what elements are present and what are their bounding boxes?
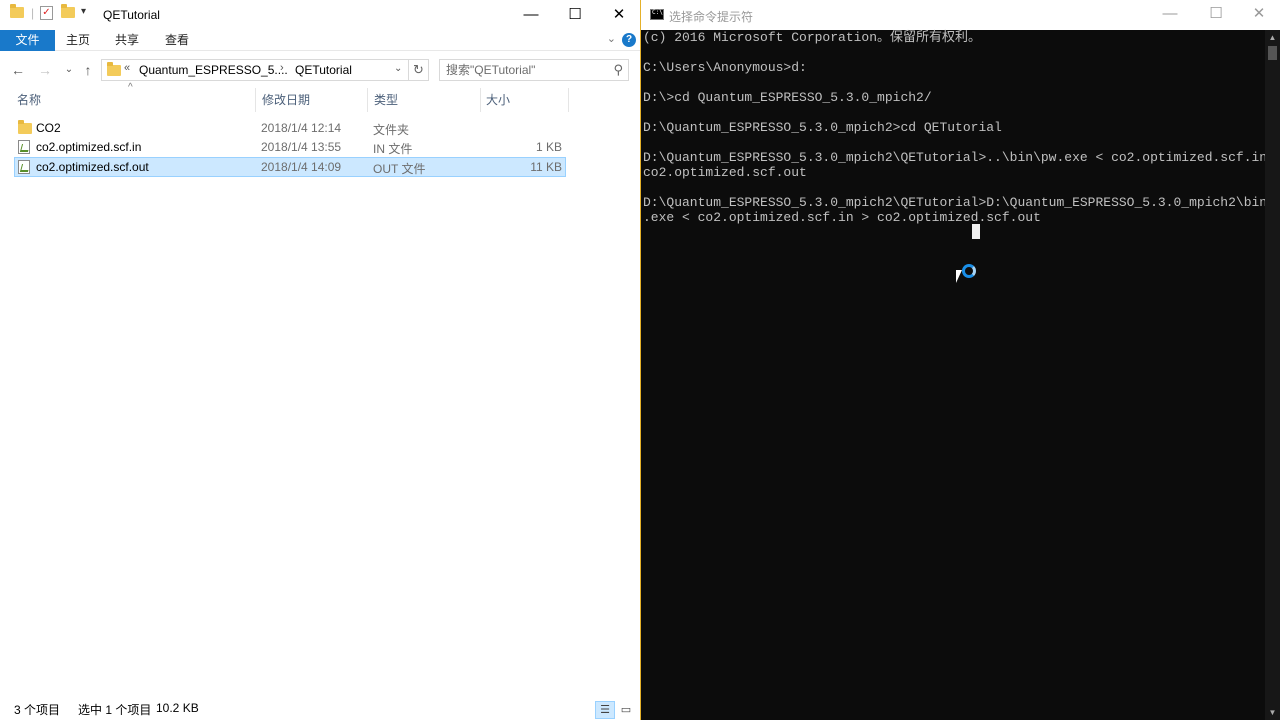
selection-size: 10.2 KB: [156, 701, 199, 715]
address-overflow[interactable]: «: [124, 62, 130, 74]
file-size: 11 KB: [530, 160, 562, 174]
file-name: CO2: [36, 121, 61, 135]
file-size: 1 KB: [535, 140, 562, 154]
close-button[interactable]: ✕: [597, 0, 641, 30]
file-row-co2-folder[interactable]: CO2 2018/1/4 12:14 文件夹: [14, 118, 566, 138]
column-divider[interactable]: [367, 88, 368, 112]
file-type: IN 文件: [373, 142, 413, 156]
expand-ribbon-icon[interactable]: ⌄: [607, 32, 616, 45]
selection-count: 选中 1 个项目: [78, 703, 152, 717]
up-arrow-icon[interactable]: ↑: [78, 60, 98, 80]
tab-view[interactable]: 查看: [151, 30, 203, 51]
console-title-bar[interactable]: 选择命令提示符 — ☐ ✕: [641, 0, 1280, 30]
scroll-thumb[interactable]: [1268, 46, 1277, 60]
new-folder-icon[interactable]: [61, 4, 75, 21]
console-line: (c) 2016 Microsoft Corporation。保留所有权利。: [643, 30, 982, 45]
ribbon-tabs: 文件 主页 共享 查看 ⌄ ?: [0, 30, 640, 51]
column-header-size[interactable]: 大小: [486, 90, 510, 110]
column-header-date[interactable]: 修改日期: [262, 90, 310, 110]
column-header-name[interactable]: 名称: [17, 90, 41, 110]
text-file-icon: [18, 140, 30, 157]
properties-icon[interactable]: ✓: [40, 6, 53, 20]
column-divider[interactable]: [255, 88, 256, 112]
address-folder-icon: [107, 62, 121, 79]
breadcrumb-quantum-espresso[interactable]: Quantum_ESPRESSO_5....: [139, 63, 288, 77]
explorer-title-bar[interactable]: | ✓ ▾ QETutorial — ☐ ✕: [0, 0, 640, 30]
recent-locations-chevron-icon[interactable]: ⌄: [59, 60, 79, 80]
customize-toolbar-icon[interactable]: ▾: [81, 6, 86, 17]
tab-share[interactable]: 共享: [101, 30, 153, 51]
file-row-scf-in[interactable]: co2.optimized.scf.in 2018/1/4 13:55 IN 文…: [14, 137, 566, 157]
cmd-icon: [650, 9, 664, 20]
maximize-button[interactable]: ☐: [553, 0, 597, 30]
folder-icon: [10, 4, 24, 21]
file-date: 2018/1/4 12:14: [261, 121, 342, 135]
column-divider[interactable]: [568, 88, 569, 112]
search-box[interactable]: ⚲: [439, 59, 629, 81]
help-icon[interactable]: ?: [622, 33, 636, 47]
column-header-type[interactable]: 类型: [374, 90, 398, 110]
console-line: D:\>cd Quantum_ESPRESSO_5.3.0_mpich2/: [643, 90, 932, 105]
search-icon[interactable]: ⚲: [613, 62, 623, 78]
divider: |: [31, 6, 35, 20]
file-name: co2.optimized.scf.in: [36, 140, 142, 154]
status-bar: 3 个项目 选中 1 个项目 10.2 KB ☰ ▭: [0, 698, 640, 720]
console-line: .exe < co2.optimized.scf.in > co2.optimi…: [643, 210, 1041, 225]
back-arrow-icon[interactable]: ←: [8, 60, 28, 80]
large-icons-view-icon[interactable]: ▭: [616, 701, 636, 719]
address-dropdown-icon[interactable]: ⌄: [394, 63, 402, 74]
window-title: QETutorial: [103, 8, 160, 22]
console-title: 选择命令提示符: [669, 10, 754, 24]
column-divider[interactable]: [480, 88, 481, 112]
file-date: 2018/1/4 13:55: [261, 140, 342, 154]
console-minimize-button[interactable]: —: [1148, 0, 1192, 30]
scroll-down-icon[interactable]: ▼: [1265, 705, 1280, 720]
refresh-icon[interactable]: ↻: [409, 59, 429, 81]
minimize-button[interactable]: —: [509, 0, 553, 30]
console-output[interactable]: (c) 2016 Microsoft Corporation。保留所有权利。 C…: [641, 30, 1280, 720]
file-date: 2018/1/4 14:09: [261, 160, 342, 174]
console-maximize-button[interactable]: ☐: [1194, 0, 1238, 30]
navigation-bar: ← → ⌄ ↑ « Quantum_ESPRESSO_5.... › QETut…: [0, 55, 640, 85]
folder-icon: [18, 120, 32, 137]
text-file-icon: [18, 160, 30, 177]
scroll-up-icon[interactable]: ▲: [1265, 30, 1280, 45]
search-input[interactable]: [446, 63, 606, 77]
console-line: D:\Quantum_ESPRESSO_5.3.0_mpich2\QETutor…: [643, 195, 1280, 210]
text-cursor: [972, 224, 980, 239]
forward-arrow-icon[interactable]: →: [35, 60, 55, 80]
breadcrumb-qetutorial[interactable]: QETutorial: [295, 63, 352, 77]
console-close-button[interactable]: ✕: [1237, 0, 1280, 30]
breadcrumb-separator[interactable]: ›: [280, 62, 284, 74]
file-name: co2.optimized.scf.out: [36, 160, 149, 174]
address-bar[interactable]: « Quantum_ESPRESSO_5.... › QETutorial ⌄: [101, 59, 409, 81]
item-count: 3 个项目: [14, 703, 61, 717]
file-type: 文件夹: [373, 123, 410, 137]
tab-home[interactable]: 主页: [52, 30, 104, 51]
file-explorer-window: | ✓ ▾ QETutorial — ☐ ✕ 文件 主页 共享 查看 ⌄ ? ←…: [0, 0, 641, 720]
details-view-icon[interactable]: ☰: [595, 701, 615, 719]
file-type: OUT 文件: [373, 162, 426, 176]
command-prompt-window: 选择命令提示符 — ☐ ✕ (c) 2016 Microsoft Corpora…: [641, 0, 1280, 720]
file-row-scf-out-selected[interactable]: co2.optimized.scf.out 2018/1/4 14:09 OUT…: [14, 157, 566, 177]
sort-ascending-icon: ^: [128, 82, 133, 93]
console-line: D:\Quantum_ESPRESSO_5.3.0_mpich2\QETutor…: [643, 150, 1280, 165]
tab-file[interactable]: 文件: [0, 30, 55, 51]
console-line: co2.optimized.scf.out: [643, 165, 807, 180]
console-line: C:\Users\Anonymous>d:: [643, 60, 807, 75]
console-line: D:\Quantum_ESPRESSO_5.3.0_mpich2>cd QETu…: [643, 120, 1002, 135]
console-scrollbar[interactable]: ▲ ▼: [1265, 30, 1280, 720]
